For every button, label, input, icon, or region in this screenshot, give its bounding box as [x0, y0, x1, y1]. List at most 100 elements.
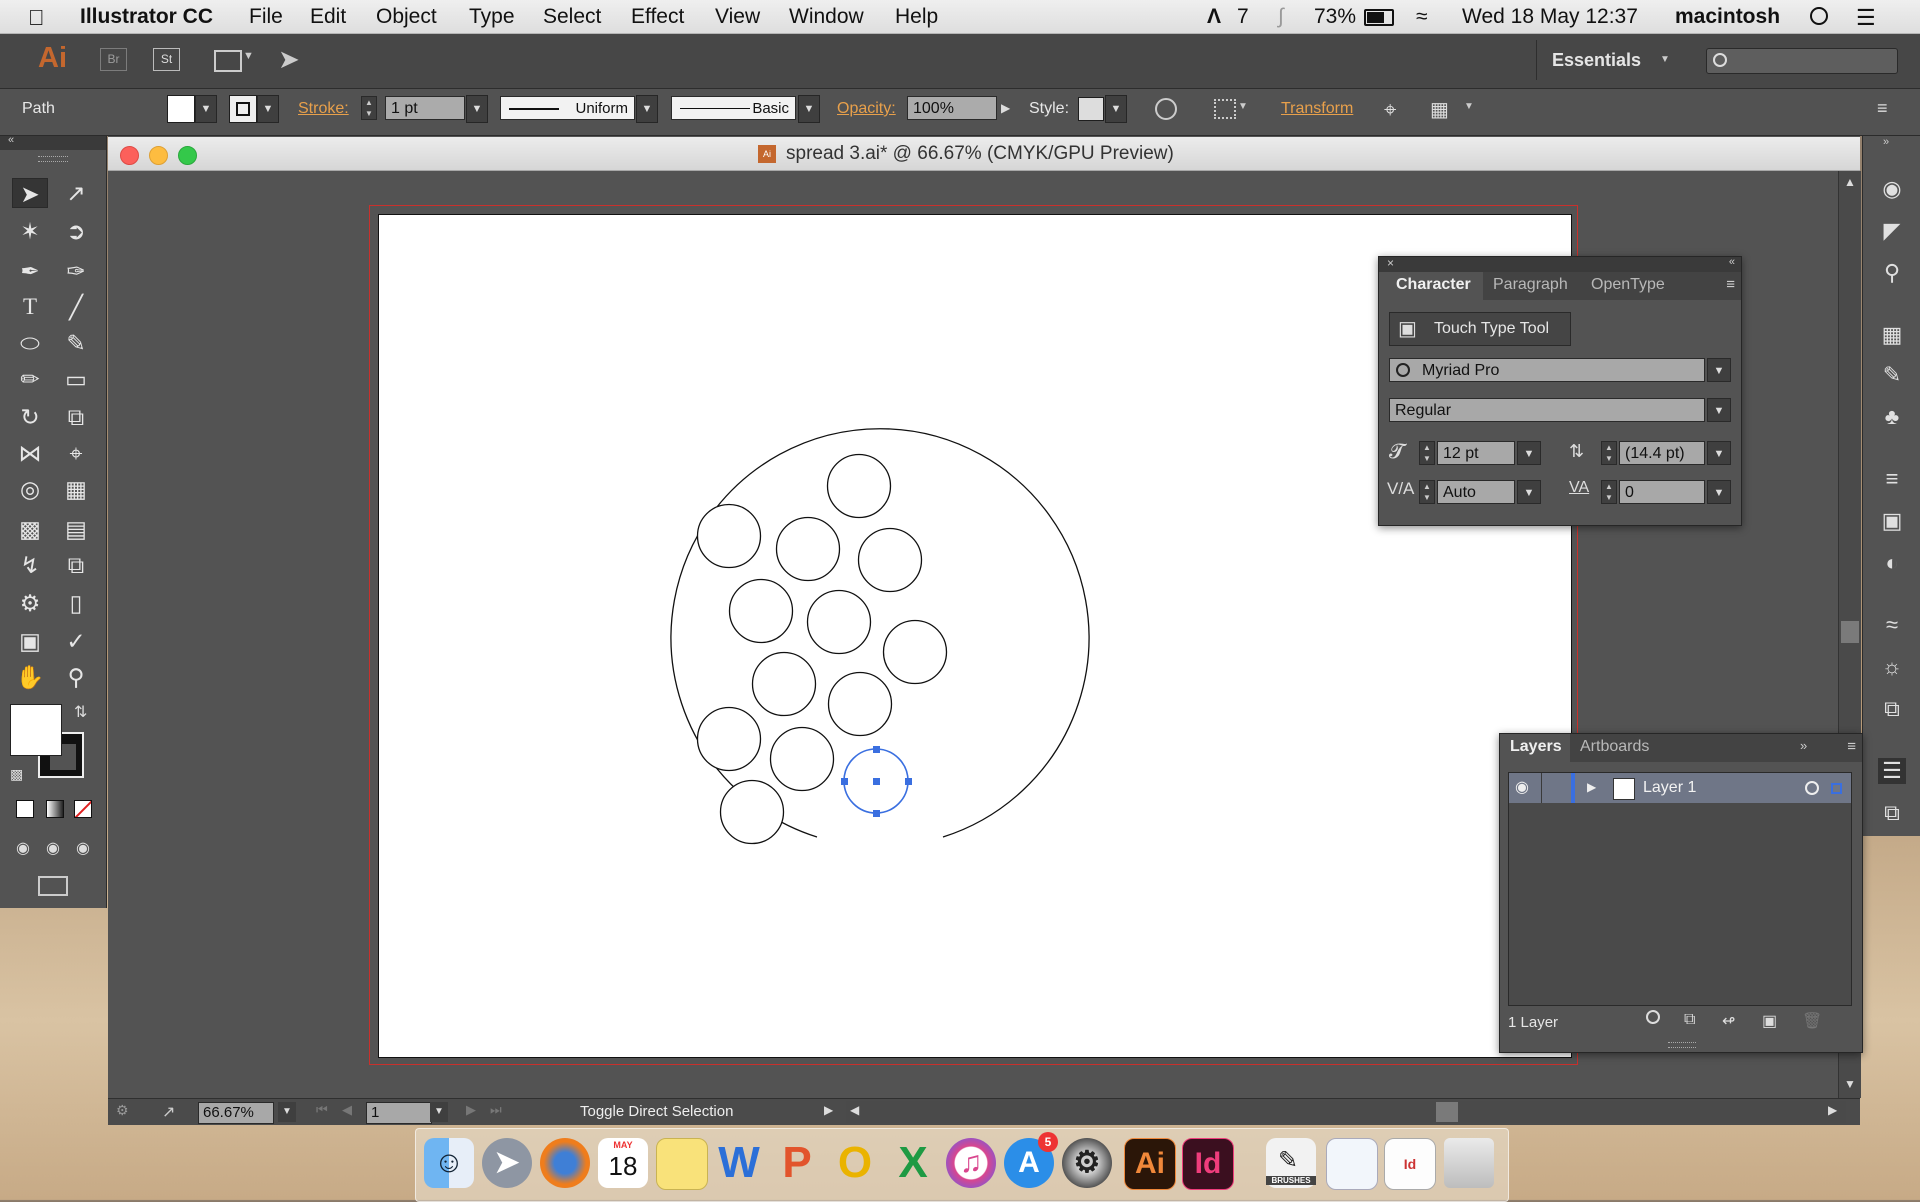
small-circle[interactable]: [882, 619, 948, 685]
target-icon[interactable]: [1805, 781, 1819, 795]
screen-mode-icon[interactable]: [38, 876, 68, 896]
chevron-down-icon[interactable]: ▼: [1238, 101, 1248, 112]
draw-inside-icon[interactable]: ◉: [76, 838, 90, 858]
opacity-slider-arrow[interactable]: ▶: [1001, 101, 1010, 115]
curvature-tool-icon[interactable]: ✑: [58, 256, 94, 286]
h-scroll-thumb[interactable]: [1436, 1102, 1458, 1122]
graphic-styles-icon[interactable]: ☼: [1878, 654, 1906, 680]
leading-dropdown[interactable]: ▼: [1707, 441, 1731, 465]
brush-dropdown[interactable]: ▼: [798, 95, 820, 123]
expand-triangle-icon[interactable]: ▶: [1587, 780, 1596, 794]
minimize-window-button[interactable]: [149, 146, 168, 165]
style-dropdown[interactable]: ▼: [1105, 95, 1127, 123]
layer-name[interactable]: Layer 1: [1643, 779, 1696, 797]
font-size-field[interactable]: 12 pt: [1437, 441, 1515, 465]
small-circle[interactable]: [769, 726, 835, 792]
word-icon[interactable]: W: [714, 1138, 764, 1188]
tracking-dropdown[interactable]: ▼: [1707, 480, 1731, 504]
pencil-tool-icon[interactable]: ✏: [12, 364, 48, 394]
profile-dropdown[interactable]: ▼: [636, 95, 658, 123]
menu-effect[interactable]: Effect: [631, 5, 684, 29]
default-fill-stroke-icon[interactable]: ▩: [10, 766, 23, 783]
mesh-tool-icon[interactable]: ▩: [12, 514, 48, 544]
font-family-field[interactable]: Myriad Pro: [1389, 358, 1705, 382]
pen-tool-icon[interactable]: ✒: [12, 256, 48, 286]
tab-layers[interactable]: Layers: [1510, 738, 1562, 756]
brushes-folder-icon[interactable]: ✎ BRUSHES: [1266, 1138, 1316, 1188]
tab-paragraph[interactable]: Paragraph: [1493, 276, 1568, 294]
locate-object-icon[interactable]: [1646, 1010, 1660, 1024]
color-guide-icon[interactable]: ◤: [1878, 218, 1906, 244]
kerning-field[interactable]: Auto: [1437, 480, 1515, 504]
stroke-weight-stepper[interactable]: ▲ ▼: [361, 96, 377, 120]
bridge-button[interactable]: Br: [100, 48, 127, 71]
opacity-panel-link[interactable]: Opacity:: [837, 100, 896, 118]
stroke-panel-link[interactable]: Stroke:: [298, 100, 349, 118]
chevron-down-icon[interactable]: ▼: [1464, 101, 1474, 112]
control-bar-menu-icon[interactable]: ≡: [1877, 98, 1888, 119]
zoom-level-field[interactable]: 66.67%: [198, 1102, 274, 1124]
scroll-left-arrow[interactable]: ◀: [850, 1103, 859, 1117]
tracking-stepper[interactable]: ▲ ▼: [1601, 480, 1617, 504]
menu-help[interactable]: Help: [895, 5, 938, 29]
touch-type-tool-button[interactable]: ▣ Touch Type Tool: [1389, 312, 1571, 346]
panel-menu-icon[interactable]: ≡: [1726, 276, 1735, 293]
tools-panel-header[interactable]: «: [0, 134, 106, 150]
font-size-stepper[interactable]: ▲ ▼: [1419, 441, 1435, 465]
font-style-dropdown[interactable]: ▼: [1707, 398, 1731, 422]
artboard-dropdown[interactable]: ▼: [430, 1102, 448, 1122]
stroke-color-dropdown[interactable]: ▼: [257, 95, 279, 123]
app-store-icon[interactable]: A 5: [1004, 1132, 1058, 1188]
stroke-weight-field[interactable]: 1 pt: [385, 96, 465, 120]
slice-tool-icon[interactable]: ✓: [58, 626, 94, 656]
hand-tool-icon[interactable]: ✋: [12, 662, 48, 692]
shape-builder-tool-icon[interactable]: ◎: [12, 474, 48, 504]
bluetooth-icon[interactable]: ∫: [1278, 5, 1284, 29]
chevron-down-icon[interactable]: ▼: [243, 50, 254, 62]
clock[interactable]: Wed 18 May 12:37: [1462, 5, 1638, 29]
transparency-panel-icon[interactable]: ◐: [1878, 550, 1906, 576]
scroll-down-arrow[interactable]: ▼: [1844, 1077, 1856, 1091]
pathfinder-icon[interactable]: ⧉: [1878, 800, 1906, 826]
make-clipping-mask-icon[interactable]: ⧉: [1684, 1011, 1695, 1029]
workspace-switcher[interactable]: Essentials: [1552, 50, 1641, 71]
artboards-panel-icon[interactable]: ⧉: [1878, 696, 1906, 722]
leading-field[interactable]: (14.4 pt): [1619, 441, 1705, 465]
zoom-window-button[interactable]: [178, 146, 197, 165]
gradient-mode-icon[interactable]: [46, 800, 64, 818]
transform-panel-link[interactable]: Transform: [1281, 100, 1353, 118]
magic-wand-tool-icon[interactable]: ✶: [12, 216, 48, 246]
tools-grip[interactable]: [38, 156, 68, 162]
scroll-thumb[interactable]: [1841, 621, 1859, 643]
scale-tool-icon[interactable]: ⧉: [58, 402, 94, 432]
zoom-dropdown[interactable]: ▼: [278, 1102, 296, 1122]
shape-mode-icon[interactable]: ▦: [1430, 97, 1449, 122]
small-circle[interactable]: [827, 671, 893, 737]
user-name[interactable]: macintosh: [1675, 5, 1780, 29]
indesign-dock-icon[interactable]: Id: [1182, 1138, 1234, 1190]
chevron-down-icon[interactable]: ▼: [1660, 54, 1670, 65]
type-tool-icon[interactable]: T: [12, 292, 48, 322]
itunes-icon[interactable]: ♫: [946, 1138, 996, 1188]
status-menu-arrow[interactable]: ▶: [824, 1103, 833, 1117]
trash-icon[interactable]: [1444, 1138, 1494, 1188]
close-icon[interactable]: ×: [1387, 256, 1394, 270]
recolor-artwork-icon[interactable]: [1155, 98, 1177, 120]
excel-icon[interactable]: X: [888, 1138, 938, 1188]
tab-opentype[interactable]: OpenType: [1591, 276, 1665, 294]
notes-icon[interactable]: [656, 1138, 708, 1190]
collapse-icon[interactable]: «: [8, 134, 14, 146]
first-artboard-icon[interactable]: ⏮: [316, 1102, 328, 1118]
previous-artboard-icon[interactable]: ◀: [342, 1102, 352, 1118]
small-circle[interactable]: [696, 503, 762, 569]
font-style-field[interactable]: Regular: [1389, 398, 1705, 422]
draw-normal-icon[interactable]: ◉: [16, 838, 30, 858]
small-circle[interactable]: [751, 651, 817, 717]
search-input[interactable]: [1706, 48, 1898, 74]
arrange-documents-icon[interactable]: [214, 50, 242, 72]
document-stack-icon[interactable]: Id: [1384, 1138, 1436, 1190]
last-artboard-icon[interactable]: ⏭: [490, 1102, 502, 1118]
menu-object[interactable]: Object: [376, 5, 437, 29]
outlook-icon[interactable]: O: [830, 1138, 880, 1188]
appearance-panel-icon[interactable]: ≈: [1878, 612, 1906, 638]
